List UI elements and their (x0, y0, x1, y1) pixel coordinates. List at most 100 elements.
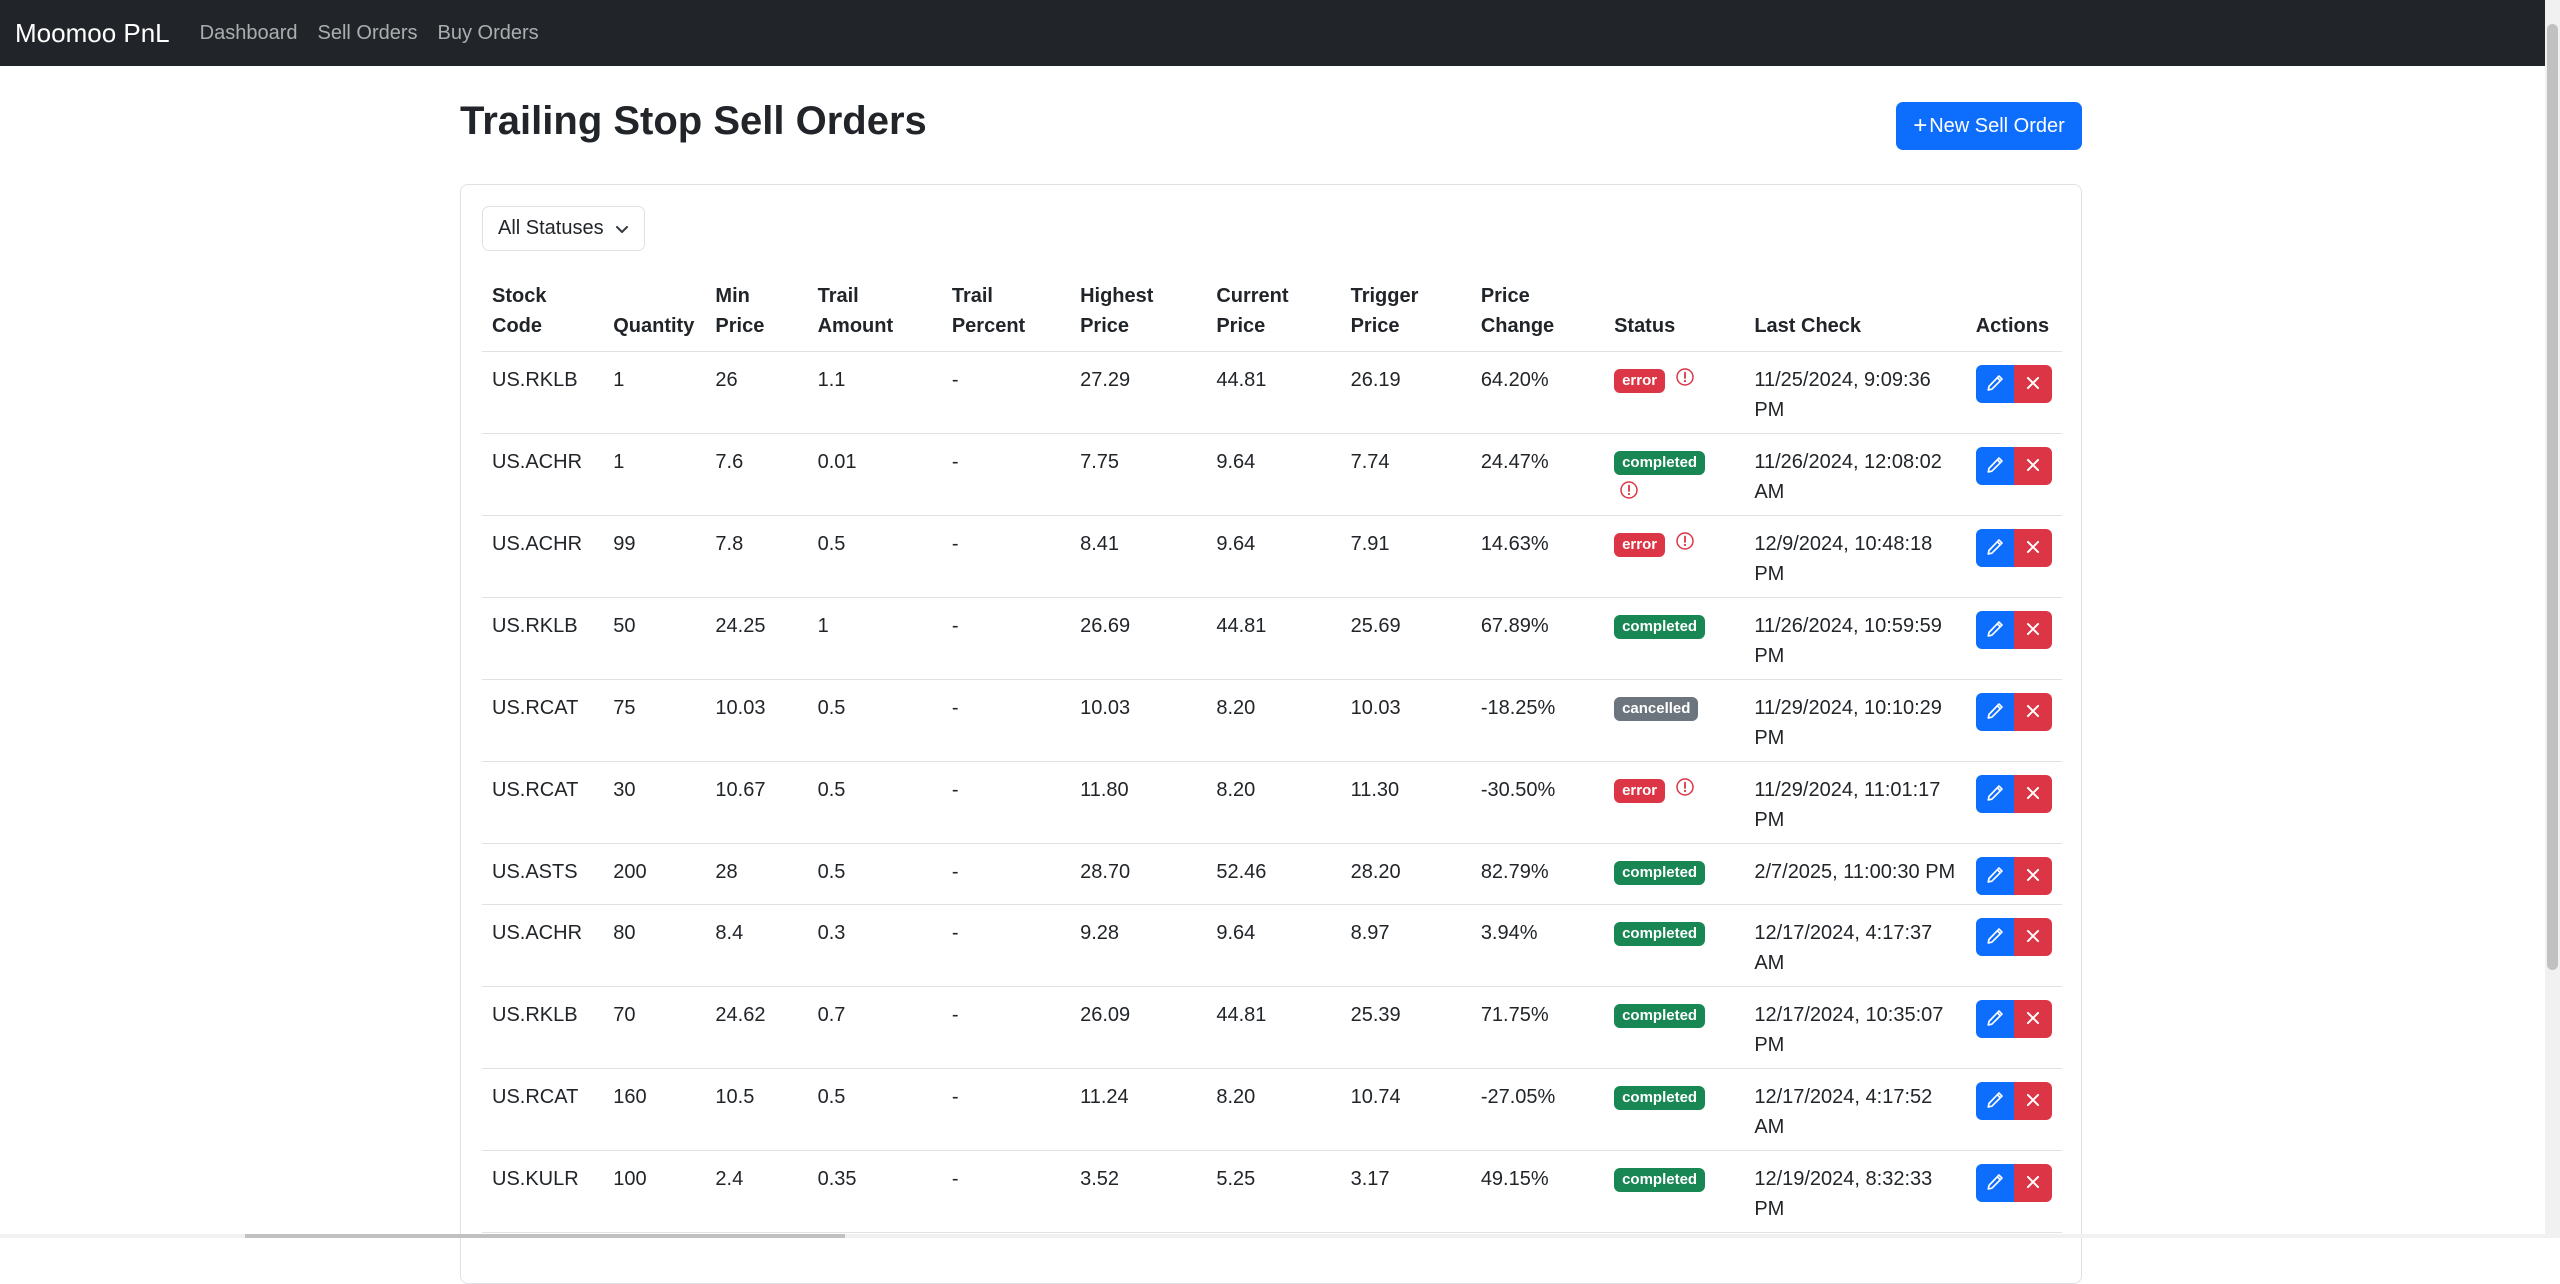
nav-link-dashboard[interactable]: Dashboard (200, 22, 298, 45)
cell-price-change: -18.25% (1470, 679, 1605, 762)
delete-order-button[interactable] (2013, 693, 2052, 731)
cell-highest-price: 10.03 (1070, 679, 1207, 762)
delete-order-button[interactable] (2013, 857, 2052, 895)
header-stock-code[interactable]: Stock Code (482, 281, 604, 352)
header-highest-price[interactable]: Highest Price (1070, 281, 1207, 352)
edit-order-button[interactable] (1975, 365, 2014, 403)
cell-actions (1965, 761, 2062, 844)
scrollbar-thumb[interactable] (2547, 24, 2558, 970)
cell-last-check: 11/26/2024, 10:59:59 PM (1744, 597, 1966, 680)
header-trail-percent[interactable]: Trail Percent (941, 281, 1071, 352)
header-quantity[interactable]: Quantity (603, 281, 706, 352)
pencil-icon (1986, 620, 2004, 641)
cell-actions (1965, 1068, 2062, 1151)
nav-link-sell-orders[interactable]: Sell Orders (318, 22, 418, 45)
table-row: US.KULR 100 2.4 0.35-3.52 5.25 3.17 49.15% comp… (482, 1150, 2062, 1233)
x-icon (2024, 538, 2042, 559)
delete-order-button[interactable] (2013, 918, 2052, 956)
brand-logo[interactable]: Moomoo PnL (15, 18, 170, 49)
exclamation-circle-icon[interactable] (1675, 530, 1695, 560)
delete-order-button[interactable] (2013, 775, 2052, 813)
x-icon (2024, 784, 2042, 805)
header-status[interactable]: Status (1604, 281, 1745, 352)
vertical-scrollbar[interactable] (2545, 0, 2560, 1238)
table-row: US.RCAT 30 10.67 0.5-11.80 8.20 11.30 -30.50% e… (482, 761, 2062, 844)
status-badge: completed (1614, 921, 1706, 946)
status-filter-select[interactable]: All Statuses (482, 206, 645, 251)
header-min-price[interactable]: Min Price (705, 281, 808, 352)
cell-quantity: 160 (603, 1068, 706, 1151)
cell-current-price: 44.81 (1206, 351, 1341, 434)
cell-stock-code: US.ACHR (482, 904, 604, 987)
cell-status: completed (1604, 986, 1745, 1069)
cell-actions (1965, 986, 2062, 1069)
horizontal-scrollbar-thumb[interactable] (245, 1234, 845, 1238)
cell-trail-amount: 0.5 (807, 515, 942, 598)
cell-trail-amount: 1.1 (807, 351, 942, 434)
status-badge: error (1614, 368, 1666, 393)
header-actions: Actions (1965, 281, 2062, 352)
cell-trigger-price: 26.19 (1340, 351, 1471, 434)
delete-order-button[interactable] (2013, 1164, 2052, 1202)
cell-stock-code: US.RKLB (482, 597, 604, 680)
edit-order-button[interactable] (1975, 447, 2014, 485)
orders-table-body: US.RKLB 1 26 1.1-27.29 44.81 26.19 64.20% error… (482, 351, 2062, 1233)
cell-price-change: 14.63% (1470, 515, 1605, 598)
cell-stock-code: US.ACHR (482, 433, 604, 516)
cell-actions (1965, 679, 2062, 762)
edit-order-button[interactable] (1975, 857, 2014, 895)
delete-order-button[interactable] (2013, 447, 2052, 485)
cell-last-check: 12/17/2024, 4:17:37 AM (1744, 904, 1966, 987)
cell-price-change: 49.15% (1470, 1150, 1605, 1233)
status-badge: completed (1614, 860, 1706, 885)
delete-order-button[interactable] (2013, 365, 2052, 403)
new-sell-order-button[interactable]: + New Sell Order (1896, 102, 2082, 150)
edit-order-button[interactable] (1975, 611, 2014, 649)
exclamation-circle-icon[interactable] (1675, 366, 1695, 396)
cell-trail-percent: - (941, 1150, 1071, 1233)
cell-stock-code: US.ACHR (482, 515, 604, 598)
cell-price-change: 67.89% (1470, 597, 1605, 680)
cell-status: cancelled (1604, 679, 1745, 762)
edit-order-button[interactable] (1975, 1082, 2014, 1120)
header-last-check[interactable]: Last Check (1744, 281, 1966, 352)
table-header-row: Stock Code Quantity Min Price Trail Amount … (482, 281, 2062, 352)
edit-order-button[interactable] (1975, 1164, 2014, 1202)
cell-current-price: 5.25 (1206, 1150, 1341, 1233)
exclamation-circle-icon[interactable] (1675, 776, 1695, 806)
table-row: US.ACHR 80 8.4 0.3-9.28 9.64 8.97 3.94% complet… (482, 904, 2062, 987)
edit-order-button[interactable] (1975, 775, 2014, 813)
delete-order-button[interactable] (2013, 1000, 2052, 1038)
pencil-icon (1986, 784, 2004, 805)
cell-min-price: 28 (705, 843, 808, 905)
cell-quantity: 50 (603, 597, 706, 680)
edit-order-button[interactable] (1975, 693, 2014, 731)
cell-actions (1965, 1150, 2062, 1233)
exclamation-circle-icon[interactable] (1619, 479, 1734, 509)
header-current-price[interactable]: Current Price (1206, 281, 1341, 352)
orders-card: All Statuses Stock Code Quantity Min Price… (460, 184, 2082, 1284)
pencil-icon (1986, 456, 2004, 477)
x-icon (2024, 1091, 2042, 1112)
cell-status: completed (1604, 904, 1745, 987)
edit-order-button[interactable] (1975, 1000, 2014, 1038)
cell-trail-percent: - (941, 843, 1071, 905)
cell-trigger-price: 28.20 (1340, 843, 1471, 905)
delete-order-button[interactable] (2013, 529, 2052, 567)
nav-link-buy-orders[interactable]: Buy Orders (438, 22, 539, 45)
edit-order-button[interactable] (1975, 529, 2014, 567)
delete-order-button[interactable] (2013, 1082, 2052, 1120)
header-trail-amount[interactable]: Trail Amount (807, 281, 942, 352)
horizontal-scrollbar[interactable] (0, 1234, 2545, 1238)
status-badge: error (1614, 532, 1666, 557)
cell-current-price: 52.46 (1206, 843, 1341, 905)
x-icon (2024, 866, 2042, 887)
header-price-change[interactable]: Price Change (1470, 281, 1605, 352)
edit-order-button[interactable] (1975, 918, 2014, 956)
pencil-icon (1986, 866, 2004, 887)
delete-order-button[interactable] (2013, 611, 2052, 649)
x-icon (2024, 456, 2042, 477)
pencil-icon (1986, 538, 2004, 559)
cell-actions (1965, 515, 2062, 598)
header-trigger-price[interactable]: Trigger Price (1340, 281, 1471, 352)
